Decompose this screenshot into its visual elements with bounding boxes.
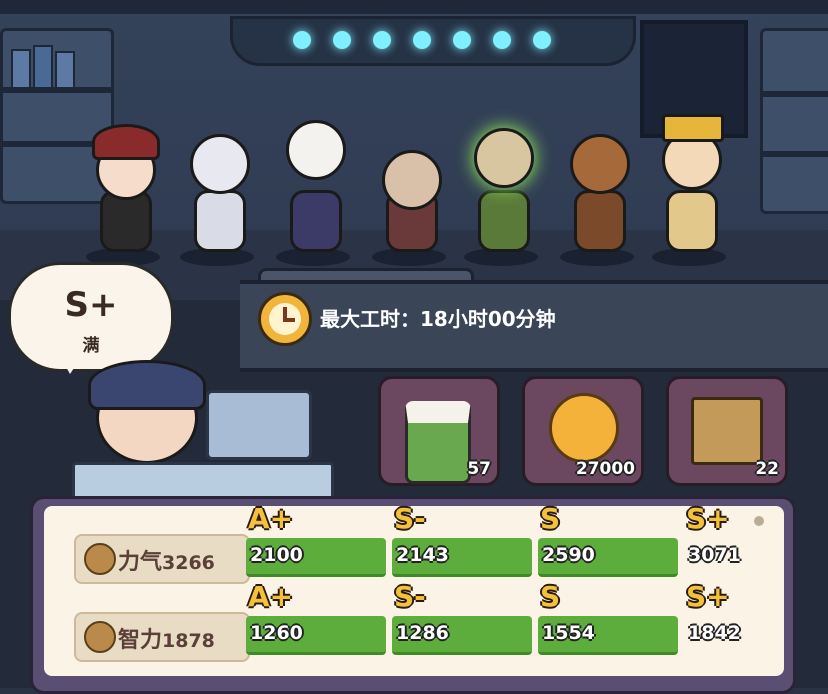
right-bookshelf	[760, 28, 828, 214]
tier-threshold: 2100	[250, 544, 303, 566]
stat-value: 3266	[162, 552, 215, 574]
bubble-tail	[60, 356, 82, 374]
full-status-label: 满	[82, 336, 100, 356]
light-bulb	[493, 31, 511, 49]
tier-threshold: 1842	[688, 622, 741, 644]
character-red-hat[interactable]	[80, 110, 166, 266]
tier-threshold: 3071	[688, 544, 741, 566]
light-bulb	[293, 31, 311, 49]
light-bulb	[413, 31, 431, 49]
ceiling	[0, 0, 828, 14]
light-bulb	[533, 31, 551, 49]
clock-icon	[258, 292, 312, 346]
muscle-icon	[84, 543, 116, 575]
stat-name: 力气	[118, 550, 163, 575]
resource-card-rice-cake[interactable]: 57	[378, 376, 500, 486]
pin-dot	[754, 516, 764, 526]
character-bear-hood[interactable]	[554, 110, 640, 266]
tier-grade: S+	[686, 502, 730, 535]
paper-bag-icon	[691, 397, 763, 465]
tier-threshold: 2590	[542, 544, 595, 566]
grade-bubble: S+ 满	[8, 262, 174, 372]
character-lineup[interactable]	[70, 90, 750, 266]
officer-cap-icon	[88, 360, 206, 410]
tier-threshold: 1554	[542, 622, 595, 644]
resource-count: 22	[755, 459, 779, 479]
stat-value: 1878	[162, 630, 215, 652]
tier-grade: A+	[248, 580, 294, 613]
tier-grade: S-	[394, 580, 426, 613]
tier-threshold: 1286	[396, 622, 449, 644]
resource-card-paper-bag[interactable]: 22	[666, 376, 788, 486]
light-bulb	[453, 31, 471, 49]
character-skull-mask[interactable]	[270, 100, 356, 266]
tier-grade: S+	[686, 580, 730, 613]
ceiling-light-panel	[230, 16, 636, 66]
stat-label-intelligence: 智力1878	[74, 612, 250, 662]
tier-threshold: 1260	[250, 622, 303, 644]
resource-count: 27000	[575, 459, 635, 479]
overall-grade: S+	[64, 285, 118, 325]
tier-threshold: 2143	[396, 544, 449, 566]
rice-cake-icon	[405, 401, 471, 484]
character-green-aura[interactable]	[458, 100, 544, 266]
light-bulb	[333, 31, 351, 49]
tier-grade: S	[540, 502, 561, 535]
character-robot-eye[interactable]	[366, 140, 452, 266]
stat-label-strength: 力气3266	[74, 534, 250, 584]
stat-name: 智力	[118, 628, 163, 653]
brain-icon	[84, 621, 116, 653]
resource-count: 57	[467, 459, 491, 479]
tier-grade: S	[540, 580, 561, 613]
max-worktime-label: 最大工时：18小时00分钟	[320, 307, 556, 331]
character-crown[interactable]	[646, 100, 732, 266]
light-bulb	[373, 31, 391, 49]
tier-grade: A+	[248, 502, 294, 535]
tier-grade: S-	[394, 502, 426, 535]
computer-monitor	[206, 390, 312, 460]
gold-coin-icon	[549, 393, 619, 463]
resource-card-gold-coin[interactable]: 27000	[522, 376, 644, 486]
character-white-armor[interactable]	[174, 100, 260, 266]
